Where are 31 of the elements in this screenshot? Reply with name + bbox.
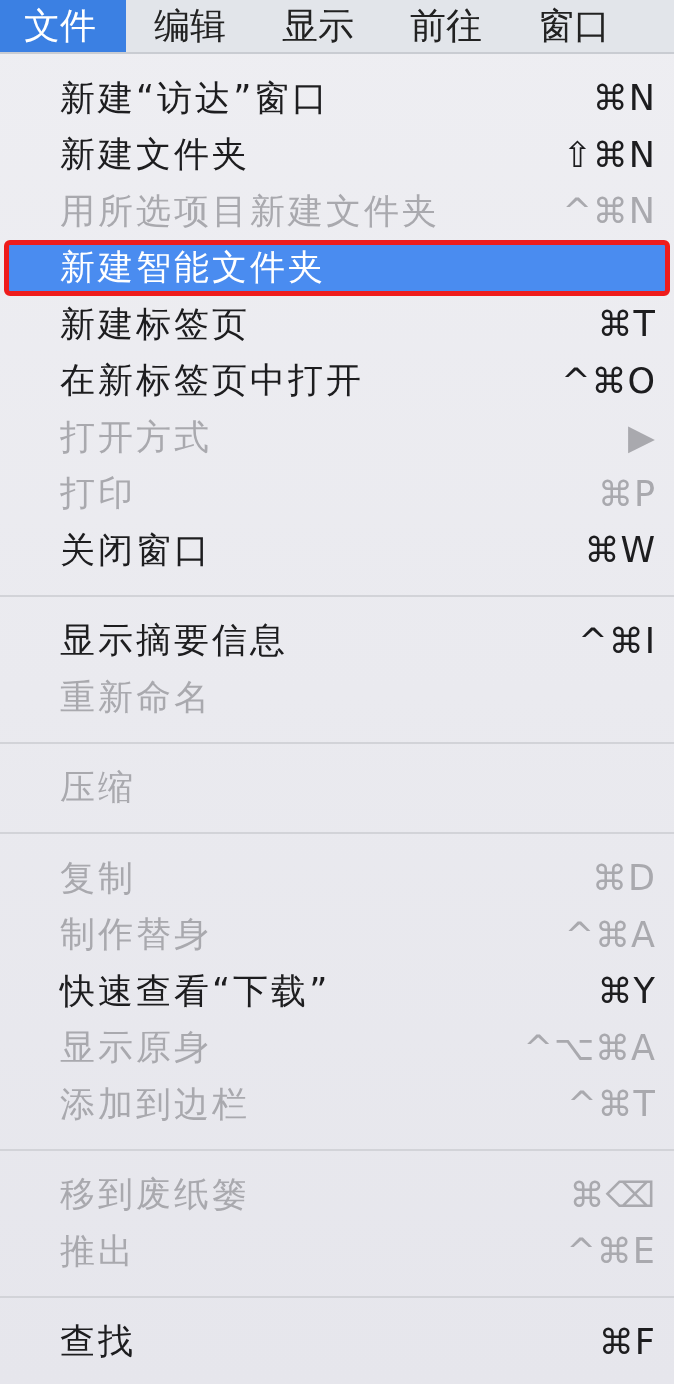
shortcut-text: ^⌥⌘A (523, 1027, 656, 1068)
shortcut-text: ⌘D (592, 858, 656, 899)
shortcut-text: ▶ (628, 417, 656, 458)
menu-item[interactable]: 快速查看“下载” ⌘Y (0, 963, 674, 1020)
shortcut-text: ⌘Y (597, 971, 656, 1012)
menu-item[interactable]: 关闭窗口 ⌘W (0, 522, 674, 579)
menu-bar-item[interactable]: 前往 (382, 0, 510, 52)
shortcut-text: ^⌘E (566, 1231, 656, 1272)
shortcut-text: ⌘N (592, 78, 656, 119)
menu-item[interactable]: 新建“访达”窗口 ⌘N (0, 70, 674, 127)
menu-item[interactable]: 新建标签页 ⌘T (0, 296, 674, 353)
menu-bar-item[interactable]: 显示 (254, 0, 382, 52)
shortcut-text: ⇧⌘N (562, 134, 656, 175)
shortcut-text: ^⌘T (567, 1084, 656, 1125)
shortcut-text: ⌘F (598, 1321, 656, 1362)
menu-bar-item[interactable]: 文件 (0, 0, 126, 52)
menu-item[interactable]: 显示摘要信息 ^⌘I (0, 612, 674, 669)
menu-item[interactable]: 新建智能文件夹 (4, 239, 670, 296)
shortcut-text: ^⌘A (564, 914, 656, 955)
menu-item[interactable]: 在新标签页中打开 ^⌘O (0, 352, 674, 409)
shortcut-text: ^⌘O (561, 360, 656, 401)
menu-item[interactable]: 查找 ⌘F (0, 1313, 674, 1370)
menu-bar-item[interactable]: 窗口 (510, 0, 638, 52)
shortcut-text: ⌘P (597, 473, 656, 514)
menu-bar-item[interactable]: 编辑 (126, 0, 254, 52)
menu-item[interactable]: 新建文件夹 ⇧⌘N (0, 126, 674, 183)
shortcut-text: ^⌘I (578, 620, 656, 661)
shortcut-text: ⌘W (584, 530, 656, 571)
shortcut-text: ^⌘N (562, 191, 656, 232)
shortcut-text: ⌘⌫ (569, 1174, 656, 1215)
shortcut-text: ⌘T (597, 304, 656, 345)
